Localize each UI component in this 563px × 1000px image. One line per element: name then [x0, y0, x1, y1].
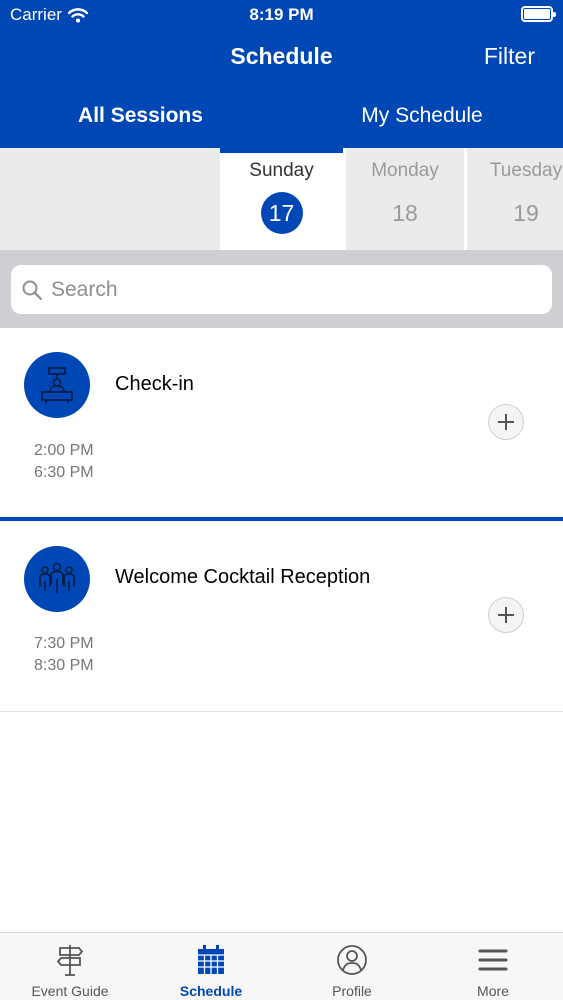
date-cell-tuesday[interactable]: Tuesday 19 — [467, 148, 563, 250]
search-input[interactable] — [51, 265, 531, 314]
date-day-name: Sunday — [249, 160, 314, 181]
date-day-name: Tuesday — [489, 160, 563, 181]
add-to-schedule-button[interactable] — [488, 404, 524, 440]
profile-icon — [337, 945, 367, 975]
tab-profile[interactable]: Profile — [282, 933, 422, 1000]
date-day-number: 17 — [260, 192, 303, 234]
session-row-welcome-cocktail[interactable]: Welcome Cocktail Reception 7:30 PM 8:30 … — [0, 521, 563, 711]
date-day-number: 18 — [392, 200, 418, 226]
date-picker-strip: Sunday 17 Monday 18 Tuesday 19 — [0, 148, 563, 250]
tab-all-sessions[interactable]: All Sessions — [0, 104, 281, 148]
page-title: Schedule — [230, 43, 333, 69]
tab-more[interactable]: More — [423, 933, 563, 1000]
session-title: Welcome Cocktail Reception — [115, 566, 371, 588]
date-cell-monday[interactable]: Monday 18 — [346, 148, 464, 250]
tab-label: Schedule — [179, 983, 243, 999]
search-icon — [22, 280, 43, 301]
session-title: Check-in — [115, 373, 194, 395]
session-start-time: 2:00 PM — [34, 442, 94, 459]
bottom-tab-bar: Event Guide Schedule Profile More — [0, 932, 563, 1000]
tab-my-schedule[interactable]: My Schedule — [281, 104, 563, 148]
tab-my-schedule-label: My Schedule — [361, 104, 483, 127]
tab-label: Profile — [332, 983, 372, 999]
date-day-name: Monday — [371, 160, 439, 181]
signpost-icon — [56, 945, 84, 976]
filter-button[interactable]: Filter — [484, 43, 535, 70]
status-time: 8:19 PM — [249, 5, 314, 24]
date-cell-sunday[interactable]: Sunday 17 — [220, 148, 343, 250]
tab-schedule[interactable]: Schedule — [141, 933, 281, 1000]
tab-event-guide[interactable]: Event Guide — [0, 933, 140, 1000]
hamburger-menu-icon — [478, 949, 508, 971]
check-in-desk-icon — [24, 352, 90, 418]
calendar-icon — [198, 945, 224, 974]
tab-label: Event Guide — [31, 983, 109, 999]
session-end-time: 6:30 PM — [34, 464, 94, 481]
search-box[interactable] — [11, 265, 552, 314]
list-end-divider — [0, 711, 563, 712]
tab-all-sessions-label: All Sessions — [78, 104, 203, 127]
app-header: Carrier 8:19 PM Schedule Filter All Sess… — [0, 0, 563, 148]
add-to-schedule-button[interactable] — [488, 597, 524, 633]
session-end-time: 8:30 PM — [34, 657, 94, 674]
session-start-time: 7:30 PM — [34, 635, 94, 652]
tab-label: More — [477, 983, 509, 999]
date-day-number: 19 — [513, 200, 539, 226]
battery-icon — [521, 6, 556, 22]
session-row-check-in[interactable]: Check-in 2:00 PM 6:30 PM — [0, 328, 563, 517]
search-bar-container — [0, 250, 563, 328]
status-bar: Carrier 8:19 PM — [0, 0, 563, 30]
group-people-icon — [24, 546, 90, 612]
